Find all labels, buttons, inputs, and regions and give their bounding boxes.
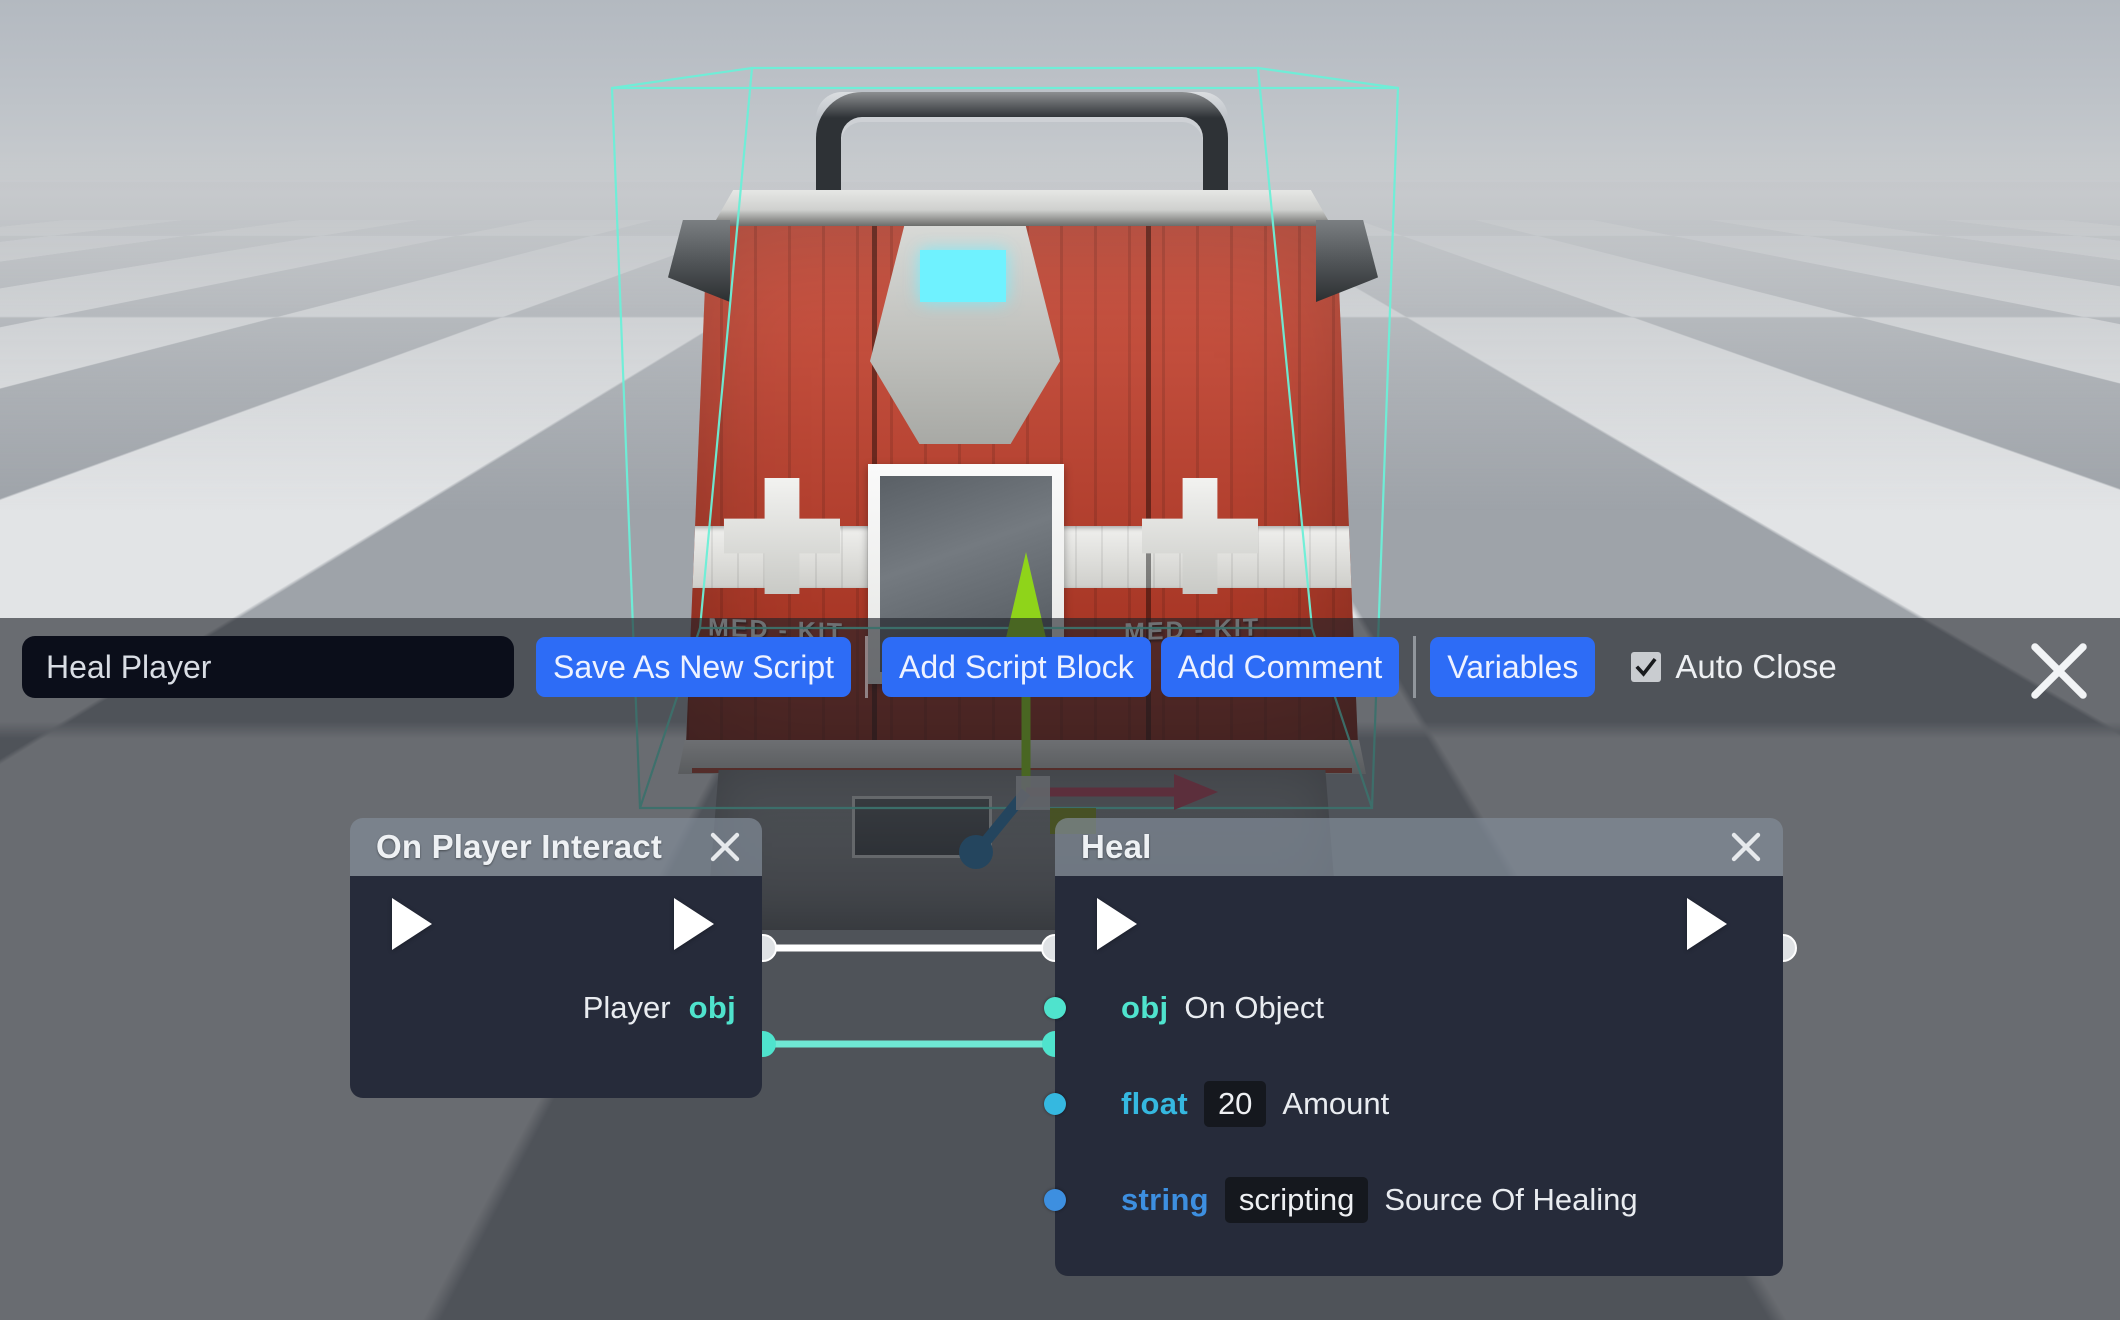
node-body: Player obj — [350, 876, 762, 1098]
node-header[interactable]: Heal — [1055, 818, 1783, 876]
medkit-corner-bracket — [668, 220, 730, 302]
exec-out-icon[interactable] — [674, 898, 714, 950]
medkit-handle-icon — [816, 92, 1228, 204]
exec-in-icon[interactable] — [392, 898, 432, 950]
medkit-corner-bracket — [1316, 220, 1378, 302]
input-type-float: float — [1121, 1086, 1188, 1121]
exec-in-icon[interactable] — [1097, 898, 1137, 950]
input-type-string: string — [1121, 1182, 1209, 1217]
node-body: obj On Object float 20 Amount string scr… — [1044, 876, 1783, 1276]
output-row-player: Player obj — [350, 972, 762, 1044]
output-type-obj: obj — [688, 990, 736, 1025]
input-label-amount: Amount — [1282, 1086, 1390, 1121]
node-title: Heal — [1081, 828, 1152, 865]
medkit-led-indicator — [920, 250, 1006, 302]
port-dot-string[interactable] — [1044, 1189, 1066, 1211]
input-row-obj: obj On Object — [1044, 972, 1783, 1044]
exec-row — [350, 876, 762, 972]
node-close-button[interactable] — [1729, 830, 1763, 864]
input-type-obj: obj — [1121, 990, 1169, 1025]
output-label-player: Player — [582, 990, 671, 1025]
port-dot-float[interactable] — [1044, 1093, 1066, 1115]
node-heal[interactable]: Heal obj On Object float 20 Amount strin… — [1044, 818, 1783, 1276]
close-icon — [710, 832, 740, 862]
input-value-amount[interactable]: 20 — [1203, 1081, 1267, 1127]
port-dot-obj[interactable] — [1044, 997, 1066, 1019]
node-title: On Player Interact — [376, 828, 663, 865]
app-window: MED - KIT MED - KIT — [0, 0, 2120, 1320]
exec-out-icon[interactable] — [1687, 898, 1727, 950]
node-header[interactable]: On Player Interact — [350, 818, 762, 876]
exec-row — [1055, 876, 1783, 972]
close-icon — [1731, 832, 1761, 862]
visual-script-editor: Save As New Script Add Script Block Add … — [0, 618, 2120, 1320]
input-label-on-object: On Object — [1184, 990, 1324, 1025]
node-on-player-interact[interactable]: On Player Interact Player obj — [350, 818, 762, 1098]
input-label-source-of-healing: Source Of Healing — [1384, 1182, 1638, 1217]
input-row-float: float 20 Amount — [1044, 1068, 1783, 1140]
input-row-string: string scripting Source Of Healing — [1044, 1164, 1783, 1236]
input-value-source-of-healing[interactable]: scripting — [1224, 1177, 1369, 1223]
script-graph-canvas[interactable]: On Player Interact Player obj Heal obj O… — [0, 618, 2120, 1320]
node-close-button[interactable] — [708, 830, 742, 864]
